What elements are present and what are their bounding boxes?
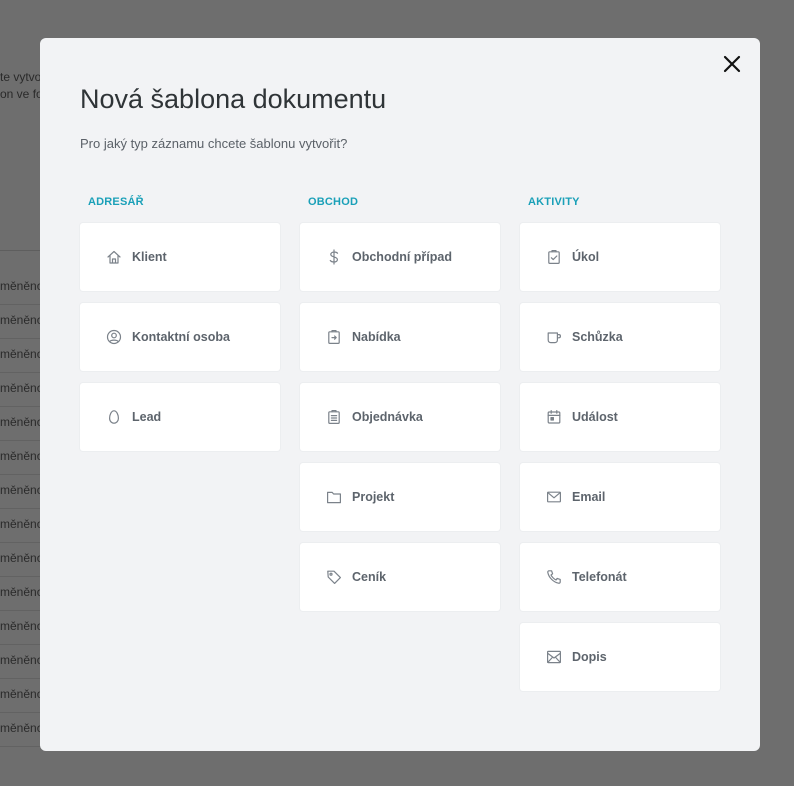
record-type-label: Klient: [132, 250, 167, 264]
background-row: měněno: [0, 653, 44, 667]
background-row: měněno: [0, 415, 44, 429]
folder-icon: [326, 489, 342, 505]
record-type-card-0-1[interactable]: Kontaktní osoba: [80, 303, 280, 371]
record-type-card-2-3[interactable]: Email: [520, 463, 720, 531]
record-type-card-2-1[interactable]: Schůzka: [520, 303, 720, 371]
background-row-divider: [0, 440, 45, 441]
background-row-divider: [0, 406, 45, 407]
modal-subtitle: Pro jaký typ záznamu chcete šablonu vytv…: [80, 136, 348, 151]
background-row-divider: [0, 644, 45, 645]
record-type-card-1-4[interactable]: Ceník: [300, 543, 500, 611]
clipboard-check-icon: [546, 249, 562, 265]
record-type-card-2-2[interactable]: Událost: [520, 383, 720, 451]
background-row: měněno: [0, 483, 44, 497]
column-aktivity: AKTIVITY Úkol Schůzka Událost Email Telefonát…: [520, 196, 720, 703]
record-type-card-2-5[interactable]: Dopis: [520, 623, 720, 691]
record-type-label: Telefonát: [572, 570, 627, 584]
mail-icon: [546, 489, 562, 505]
record-type-label: Ceník: [352, 570, 387, 584]
background-row-divider: [0, 678, 45, 679]
background-row: měněno: [0, 721, 44, 735]
record-type-label: Událost: [572, 410, 618, 424]
background-row: měněno: [0, 381, 44, 395]
record-type-label: Email: [572, 490, 606, 504]
record-type-label: Objednávka: [352, 410, 423, 424]
record-type-label: Schůzka: [572, 330, 623, 344]
background-row: měněno: [0, 517, 44, 531]
background-row: měněno: [0, 347, 44, 361]
record-type-card-2-4[interactable]: Telefonát: [520, 543, 720, 611]
clipboard-arrow-icon: [326, 329, 342, 345]
close-button[interactable]: [722, 54, 742, 74]
background-row-divider: [0, 610, 45, 611]
background-row: měněno: [0, 585, 44, 599]
letter-icon: [546, 649, 562, 665]
cup-icon: [546, 329, 562, 345]
record-type-label: Projekt: [352, 490, 395, 504]
record-type-card-1-3[interactable]: Projekt: [300, 463, 500, 531]
background-row: měněno: [0, 687, 44, 701]
background-row-divider: [0, 338, 45, 339]
record-type-label: Nabídka: [352, 330, 401, 344]
dollar-icon: [326, 249, 342, 265]
background-row-divider: [0, 474, 45, 475]
background-row: měněno: [0, 619, 44, 633]
record-type-card-0-0[interactable]: Klient: [80, 223, 280, 291]
background-row-divider: [0, 508, 45, 509]
record-type-card-2-0[interactable]: Úkol: [520, 223, 720, 291]
background-row: měněno: [0, 279, 44, 293]
background-row: měněno: [0, 449, 44, 463]
tag-icon: [326, 569, 342, 585]
phone-icon: [546, 569, 562, 585]
background-row: měněno: [0, 313, 44, 327]
record-type-label: Lead: [132, 410, 162, 424]
calendar-icon: [546, 409, 562, 425]
background-text-line: on ve fo: [0, 87, 43, 101]
column-header: AKTIVITY: [528, 196, 580, 208]
modal-title: Nová šablona dokumentu: [80, 84, 387, 114]
background-text-line: te vytvo: [0, 70, 42, 84]
background-row-divider: [0, 372, 45, 373]
column-obchod: OBCHOD Obchodní případ Nabídka Objednávka Pr…: [300, 196, 500, 623]
record-type-label: Kontaktní osoba: [132, 330, 230, 344]
record-type-card-1-1[interactable]: Nabídka: [300, 303, 500, 371]
background-row: měněno: [0, 551, 44, 565]
record-type-label: Úkol: [572, 250, 600, 264]
background-row-divider: [0, 576, 45, 577]
background-row-divider: [0, 542, 45, 543]
record-type-card-1-2[interactable]: Objednávka: [300, 383, 500, 451]
background-row-divider: [0, 746, 45, 747]
column-header: OBCHOD: [308, 196, 359, 208]
home-icon: [106, 249, 122, 265]
column-adresar: ADRESÁŘ Klient Kontaktní osoba Lead: [80, 196, 280, 463]
record-type-label: Dopis: [572, 650, 607, 664]
column-header: ADRESÁŘ: [88, 196, 144, 208]
background-row-divider: [0, 304, 45, 305]
clipboard-list-icon: [326, 409, 342, 425]
background-row-divider: [0, 712, 45, 713]
record-type-card-0-2[interactable]: Lead: [80, 383, 280, 451]
record-type-label: Obchodní případ: [352, 250, 452, 264]
record-type-card-1-0[interactable]: Obchodní případ: [300, 223, 500, 291]
close-icon: [723, 55, 741, 73]
new-template-modal: Nová šablona dokumentu Pro jaký typ zázn…: [40, 38, 760, 751]
user-circle-icon: [106, 329, 122, 345]
egg-icon: [106, 409, 122, 425]
